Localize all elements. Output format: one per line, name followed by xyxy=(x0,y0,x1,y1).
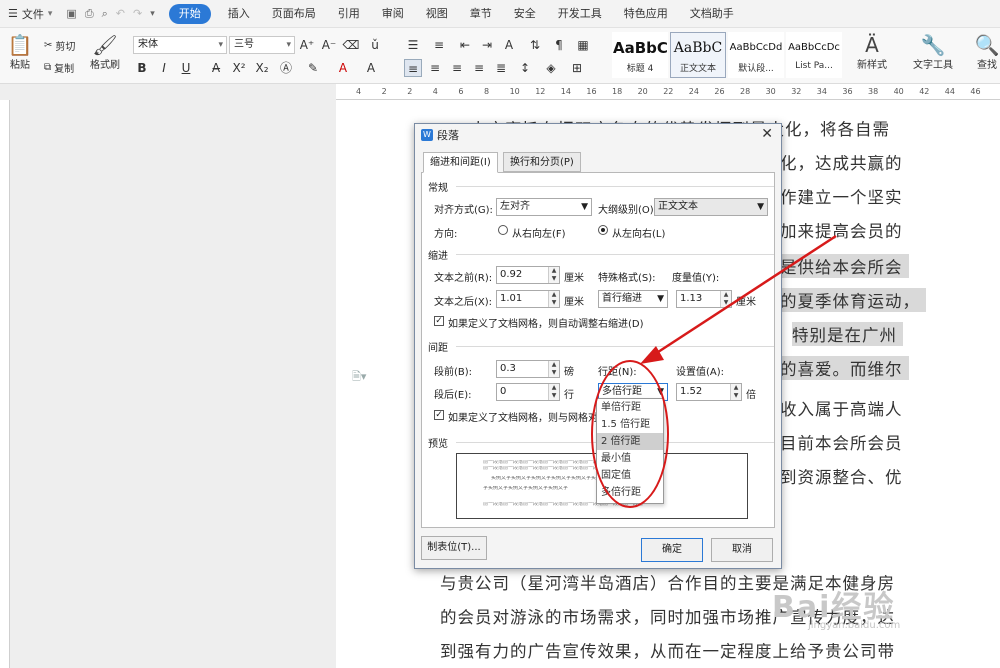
watermark-url: jingyan.baidu.com xyxy=(808,620,901,631)
tab-indent-spacing[interactable]: 缩进和间距(I) xyxy=(423,152,498,173)
annotation-arrow xyxy=(640,234,837,364)
